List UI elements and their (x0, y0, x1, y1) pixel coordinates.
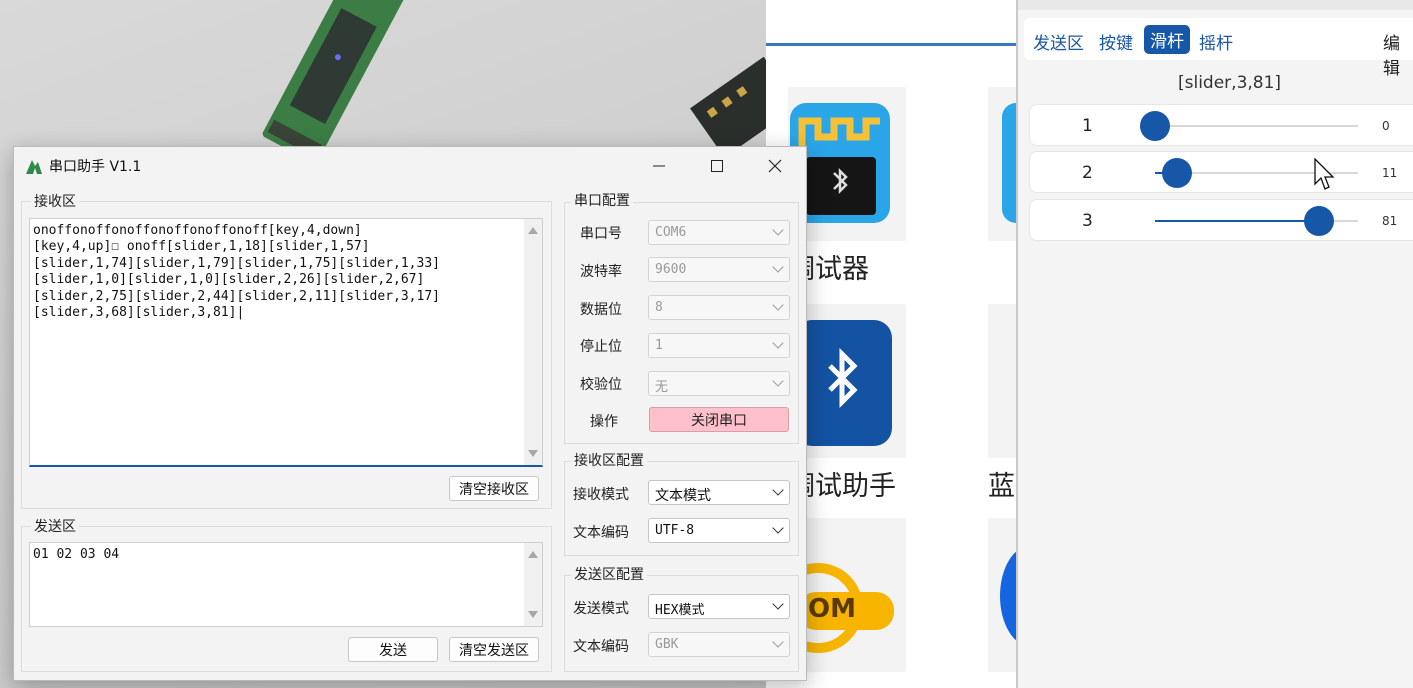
window-title: 串口助手 V1.1 (49, 159, 142, 175)
slider-track[interactable] (1140, 111, 1358, 141)
port-label: 串口号 (580, 226, 622, 242)
parity-label: 校验位 (580, 377, 622, 393)
maximize-icon (711, 160, 723, 172)
chevron-down-icon (772, 299, 784, 311)
slider-index: 3 (1082, 211, 1093, 231)
send-config-group (564, 575, 799, 672)
slider-row-1: 1 0 (1029, 104, 1413, 146)
recv-mode-value: 文本模式 (655, 487, 711, 503)
clear-send-button[interactable]: 清空发送区 (449, 637, 539, 662)
edit-button[interactable]: 编辑 (1383, 29, 1413, 79)
partial-app-icon (1002, 103, 1016, 223)
recv-encoding-label: 文本编码 (573, 525, 629, 541)
slider-thumb[interactable] (1140, 111, 1170, 141)
operation-label: 操作 (590, 414, 618, 430)
recv-config-label: 接收区配置 (571, 450, 647, 470)
receive-label: 接收区 (31, 191, 79, 211)
close-port-button[interactable]: 关闭串口 (649, 407, 789, 432)
recv-encoding-select[interactable]: UTF-8 (648, 518, 790, 543)
tab-keys[interactable]: 按键 (1099, 29, 1133, 54)
app-tile-partial-1[interactable] (988, 87, 1016, 241)
minimize-button[interactable] (630, 147, 688, 185)
parity-select[interactable]: 无 (648, 371, 790, 396)
slider-fill (1155, 220, 1319, 222)
close-button[interactable] (746, 147, 804, 185)
slider-index: 2 (1082, 163, 1093, 183)
app-logo-icon (26, 160, 42, 174)
send-mode-label: 发送模式 (573, 601, 629, 617)
partial-app-icon-blue (1000, 546, 1016, 646)
serial-config-label: 串口配置 (571, 190, 633, 210)
serial-assistant-window: 串口助手 V1.1 接收区 onoffonoffonoffonoffonoffo… (13, 146, 807, 681)
store-top-line (766, 43, 1016, 46)
send-mode-value: HEX模式 (655, 603, 705, 618)
tab-joystick[interactable]: 摇杆 (1199, 29, 1233, 54)
scroll-down-icon[interactable] (528, 611, 538, 618)
tab-slider[interactable]: 滑杆 (1144, 25, 1190, 54)
baud-label: 波特率 (580, 264, 622, 280)
receive-content: onoffonoffonoffonoffonoffonoff[key,4,dow… (33, 223, 440, 321)
databits-label: 数据位 (580, 302, 622, 318)
clear-receive-button[interactable]: 清空接收区 (449, 476, 539, 501)
title-bar[interactable]: 串口助手 V1.1 (14, 147, 806, 185)
slider-value: 81 (1382, 214, 1398, 228)
slider-row-3: 3 81 (1029, 199, 1413, 241)
scroll-down-icon[interactable] (528, 450, 538, 457)
send-encoding-label: 文本编码 (573, 639, 629, 655)
slider-value: 11 (1382, 166, 1398, 180)
chevron-down-icon (772, 598, 784, 610)
baud-value: 9600 (655, 262, 687, 277)
send-mode-select[interactable]: HEX模式 (648, 594, 790, 619)
chevron-down-icon (772, 375, 784, 387)
chevron-down-icon (772, 522, 784, 534)
close-icon (768, 159, 782, 173)
chevron-down-icon (772, 224, 784, 236)
recv-mode-label: 接收模式 (573, 487, 629, 503)
send-scrollbar[interactable] (524, 543, 542, 626)
slider-thumb[interactable] (1162, 158, 1192, 188)
recv-mode-select[interactable]: 文本模式 (648, 480, 790, 505)
app-tile-partial-2[interactable] (988, 304, 1016, 458)
chevron-down-icon (772, 636, 784, 648)
slider-value: 0 (1382, 119, 1390, 133)
parity-value: 无 (655, 380, 669, 395)
chevron-down-icon (772, 484, 784, 496)
chevron-down-icon (772, 261, 784, 273)
receive-scrollbar[interactable] (524, 219, 542, 465)
port-value: COM6 (655, 225, 687, 240)
phone-app-panel: 发送区 按键 滑杆 摇杆 编辑 [slider,3,81] 1 0 2 11 3… (1016, 0, 1413, 688)
stopbits-label: 停止位 (580, 339, 622, 355)
mouse-cursor-icon (1314, 158, 1335, 190)
scroll-up-icon[interactable] (528, 551, 538, 558)
scroll-up-icon[interactable] (528, 227, 538, 234)
stopbits-select[interactable]: 1 (648, 333, 790, 358)
minimize-icon (653, 165, 665, 167)
send-content: 01 02 03 04 (33, 547, 120, 562)
slider-row-2: 2 11 (1029, 151, 1413, 193)
maximize-button[interactable] (688, 147, 746, 185)
app-tile-partial-3[interactable] (988, 518, 1016, 672)
send-encoding-value: GBK (655, 637, 679, 652)
chevron-down-icon (772, 337, 784, 349)
send-label: 发送区 (31, 516, 79, 536)
send-config-label: 发送区配置 (571, 564, 647, 584)
port-select[interactable]: COM6 (648, 220, 790, 245)
databits-value: 8 (655, 300, 663, 315)
app-name-partial: 蓝 (988, 471, 1015, 502)
slider-readout: [slider,3,81] (1178, 73, 1282, 93)
slider-thumb[interactable] (1304, 206, 1334, 236)
databits-select[interactable]: 8 (648, 295, 790, 320)
tab-send-area[interactable]: 发送区 (1033, 29, 1084, 54)
receive-textarea[interactable]: onoffonoffonoffonoffonoffonoff[key,4,dow… (29, 218, 543, 467)
send-encoding-select[interactable]: GBK (648, 632, 790, 657)
stopbits-value: 1 (655, 338, 663, 353)
send-textarea[interactable]: 01 02 03 04 (29, 542, 543, 627)
slider-track[interactable] (1155, 206, 1358, 236)
send-button[interactable]: 发送 (348, 637, 438, 662)
baud-select[interactable]: 9600 (648, 257, 790, 282)
recv-encoding-value: UTF-8 (655, 523, 695, 538)
slider-index: 1 (1082, 116, 1093, 136)
phone-top-bar (1018, 0, 1413, 10)
com-app-text: OM (808, 594, 856, 624)
